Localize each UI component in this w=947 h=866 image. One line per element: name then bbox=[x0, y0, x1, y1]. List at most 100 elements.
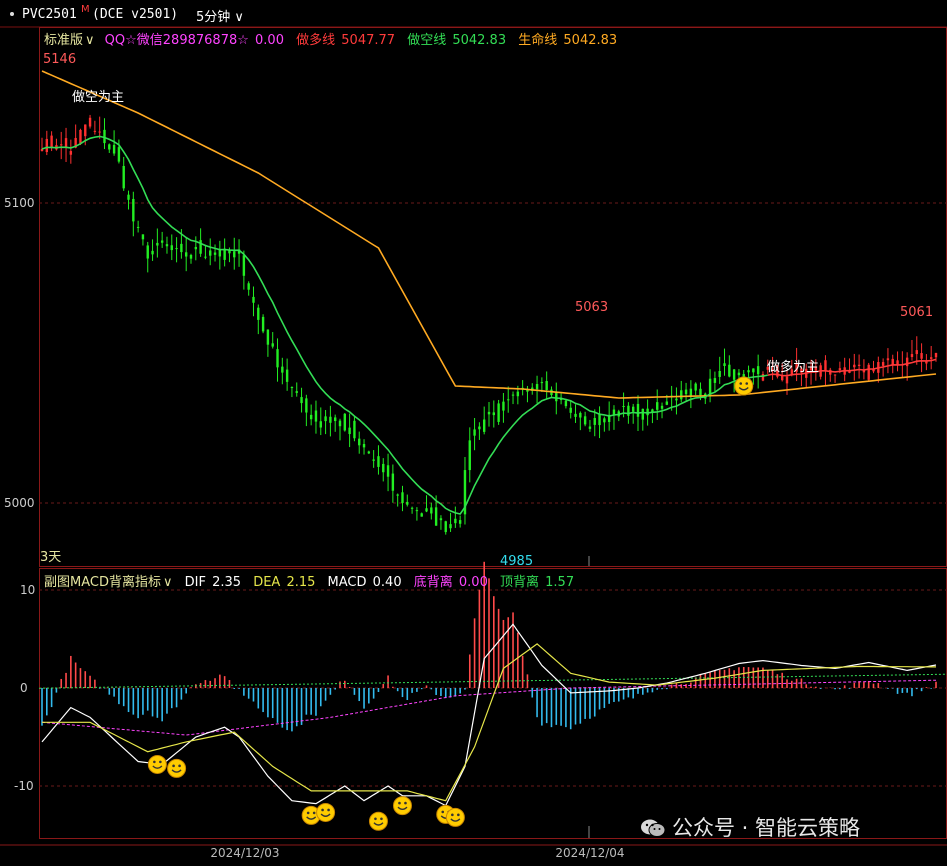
annotation-signal: 做空为主 bbox=[72, 90, 124, 105]
candle-body bbox=[333, 417, 337, 422]
candle-body bbox=[732, 369, 736, 380]
candle-body bbox=[141, 234, 145, 240]
candle-body bbox=[343, 413, 347, 431]
candle-body bbox=[367, 451, 371, 454]
candle-body bbox=[439, 518, 443, 521]
candle-body bbox=[319, 421, 322, 428]
indicator-select[interactable]: 副图MACD背离指标 ∨ bbox=[44, 575, 172, 590]
smiley-eye bbox=[172, 764, 175, 768]
candle-body bbox=[88, 117, 92, 127]
candle-body bbox=[487, 411, 491, 415]
candle-body bbox=[752, 368, 755, 373]
candle-body bbox=[444, 521, 447, 533]
candle-body bbox=[430, 507, 433, 514]
qq-value: 0.00 bbox=[255, 33, 284, 48]
candle-body bbox=[545, 380, 548, 390]
candle-body bbox=[156, 242, 159, 246]
candle-body bbox=[194, 246, 198, 250]
candle-body bbox=[540, 382, 544, 384]
indicator-title: 副图MACD背离指标 bbox=[44, 575, 161, 590]
smiley-eye bbox=[739, 382, 743, 385]
candle-body bbox=[838, 368, 842, 370]
candle-body bbox=[737, 372, 741, 376]
macd-tick-label: 0 bbox=[20, 681, 28, 695]
candle-body bbox=[636, 403, 640, 417]
dea-label: DEA bbox=[253, 575, 281, 590]
candle-body bbox=[598, 413, 601, 426]
candle-body bbox=[699, 388, 702, 396]
candle-body bbox=[564, 400, 568, 407]
kline-chart[interactable]: 5100 5000 5146 5063 5061 4985 做空为主做多为主 3天 10 0 -10… bbox=[0, 0, 947, 866]
smiley-eye bbox=[380, 817, 383, 821]
candle-body bbox=[146, 245, 149, 259]
life-line-value: 5042.83 bbox=[563, 33, 618, 48]
candle-body bbox=[362, 444, 366, 448]
candle-body bbox=[271, 343, 274, 347]
candle-body bbox=[415, 510, 419, 512]
main-panel-frame bbox=[39, 27, 947, 567]
candle-body bbox=[535, 384, 539, 390]
candle-body bbox=[468, 440, 471, 471]
period-label: 5分钟 bbox=[196, 10, 231, 25]
candle-body bbox=[603, 418, 606, 423]
candle-body bbox=[64, 138, 68, 148]
candle-body bbox=[920, 353, 923, 359]
chevron-down-icon: ∨ bbox=[234, 10, 244, 25]
candle-body bbox=[665, 401, 669, 405]
candle-body bbox=[358, 438, 361, 446]
candle-body bbox=[396, 494, 399, 496]
candle-body bbox=[290, 387, 294, 389]
candle-body bbox=[929, 357, 933, 359]
symbol-label[interactable]: PVC2501 bbox=[22, 7, 77, 22]
annotation-high: 5061 bbox=[900, 305, 933, 320]
bottom-divergence-value: 0.00 bbox=[458, 575, 488, 590]
candle-body bbox=[579, 412, 582, 418]
period-select[interactable]: 5分钟 ∨ bbox=[196, 6, 244, 25]
candle-body bbox=[406, 501, 409, 505]
annotation-low: 4985 bbox=[500, 554, 533, 569]
candle-body bbox=[785, 376, 789, 384]
smiley-eye bbox=[374, 817, 377, 821]
candle-body bbox=[905, 357, 909, 367]
candle-body bbox=[728, 364, 731, 377]
candle-body bbox=[103, 129, 106, 144]
candle-body bbox=[377, 456, 380, 467]
candle-body bbox=[713, 378, 717, 383]
candle-body bbox=[309, 414, 313, 420]
candle-body bbox=[583, 416, 587, 425]
candle-body bbox=[708, 378, 712, 395]
annotation-days: 3天 bbox=[40, 550, 61, 565]
candle-body bbox=[555, 392, 558, 402]
candle-body bbox=[79, 129, 82, 144]
candle-body bbox=[853, 364, 856, 368]
candle-body bbox=[127, 194, 130, 200]
candle-body bbox=[689, 388, 693, 397]
candle-body bbox=[492, 412, 496, 416]
candle-body bbox=[329, 416, 332, 423]
chevron-down-icon: ∨ bbox=[85, 33, 95, 48]
candle-body bbox=[60, 144, 63, 146]
candle-body bbox=[680, 390, 683, 400]
dea-value: 2.15 bbox=[286, 575, 316, 590]
version-select[interactable]: 标准版 ∨ bbox=[44, 33, 95, 48]
candle-body bbox=[684, 389, 688, 395]
candle-body bbox=[180, 243, 183, 253]
candle-body bbox=[511, 394, 515, 396]
candle-body bbox=[324, 416, 327, 422]
price-tick-label: 5100 bbox=[4, 196, 35, 210]
candle-body bbox=[281, 366, 284, 373]
candle-body bbox=[867, 364, 870, 380]
annotation-high: 5063 bbox=[575, 300, 608, 315]
candle-body bbox=[314, 410, 318, 422]
candle-body bbox=[910, 354, 914, 358]
candle-body bbox=[84, 124, 87, 137]
smiley-eye bbox=[441, 810, 445, 814]
version-label: 标准版 bbox=[44, 33, 84, 48]
candle-body bbox=[261, 316, 265, 332]
macd-label: MACD bbox=[327, 575, 367, 590]
candle-body bbox=[223, 248, 226, 260]
wechat-icon bbox=[640, 818, 666, 838]
candle-body bbox=[132, 198, 135, 222]
smiley-eye bbox=[327, 808, 330, 812]
candle-body bbox=[641, 408, 645, 420]
